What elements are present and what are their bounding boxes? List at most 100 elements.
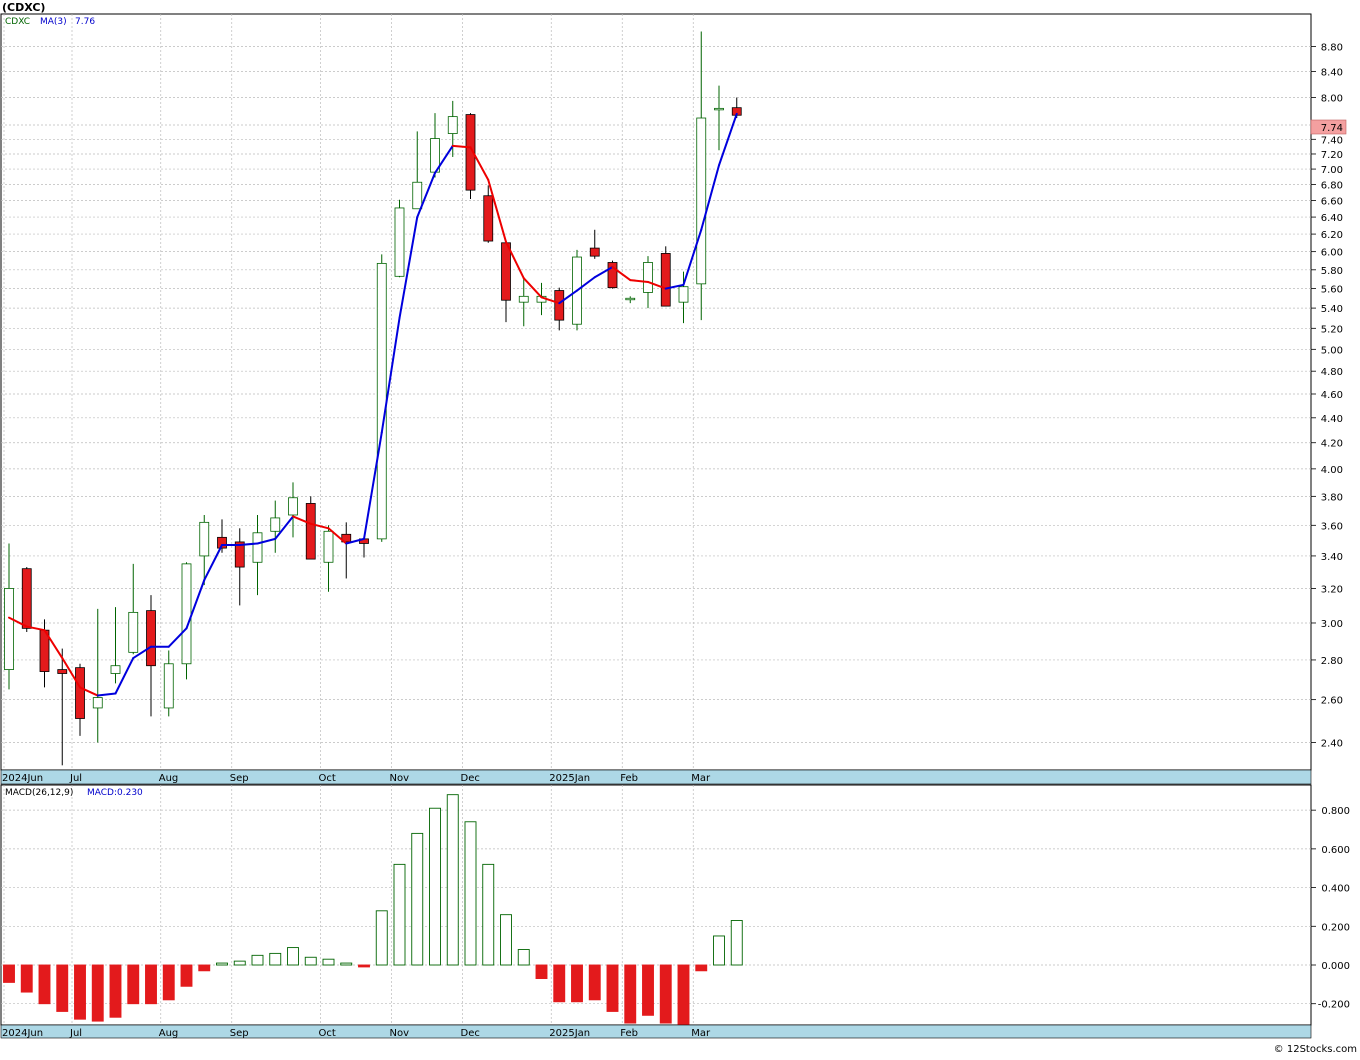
macd-bar: [287, 947, 299, 966]
macd-bar: [482, 863, 495, 966]
macd-y-tick-label: 0.400: [1321, 884, 1350, 895]
candle: [660, 246, 671, 307]
candle: [607, 260, 618, 289]
candle-body: [128, 611, 139, 653]
macd-bar: [677, 964, 690, 1026]
candle: [305, 496, 316, 560]
candle-body: [714, 107, 724, 111]
macd-bar: [517, 949, 530, 966]
candle-body: [110, 665, 121, 674]
macd-bar: [606, 964, 619, 1012]
candle-body: [483, 195, 494, 242]
macd-x-tick-label: Feb: [620, 1028, 638, 1039]
legend-ticker: CDXC: [5, 17, 30, 27]
macd-bar: [624, 964, 637, 1024]
price-y-tick-label: 7.00: [1321, 165, 1343, 176]
candle-body: [181, 563, 192, 665]
candle-body: [678, 286, 689, 303]
macd-x-tick-label: Oct: [319, 1028, 336, 1039]
price-x-tick-label: 2024Jun: [2, 773, 43, 784]
price-y-tick-label: 4.00: [1321, 465, 1343, 476]
legend-ma-value: 7.76: [75, 17, 95, 27]
macd-bar: [695, 964, 708, 972]
macd-bar: [3, 964, 15, 983]
price-x-tick-label: Sep: [230, 773, 249, 784]
price-y-tick-label: 4.80: [1321, 367, 1343, 378]
macd-bar: [500, 914, 512, 966]
last-price-tag: 7.74: [1310, 119, 1347, 135]
macd-bar: [233, 960, 246, 966]
candle-body: [57, 669, 68, 674]
candle-body: [199, 521, 210, 557]
macd-bar: [216, 962, 228, 966]
macd-bar: [127, 964, 140, 1005]
price-y-tick-label: 3.80: [1321, 492, 1343, 503]
candle-body: [323, 530, 334, 563]
macd-y-tick-label: -0.200: [1318, 1000, 1350, 1011]
price-y-tick-label: 5.00: [1321, 345, 1343, 356]
macd-bar: [659, 964, 672, 1024]
candle-body: [146, 610, 156, 667]
macd-bar: [358, 964, 370, 968]
macd-x-tick-label: 2024Jun: [2, 1028, 43, 1039]
price-y-tick-label: 4.40: [1321, 414, 1343, 425]
macd-panel: [0, 784, 1312, 1026]
last-price-label: 7.74: [1321, 123, 1343, 134]
macd-value-label: MACD:0.230: [87, 788, 143, 798]
price-x-axis-strip: [0, 769, 1312, 785]
price-y-tick-label: 7.40: [1321, 135, 1343, 146]
macd-bar: [269, 952, 282, 966]
macd-x-tick-label: Mar: [691, 1028, 711, 1039]
price-y-tick-label: 6.40: [1321, 213, 1343, 224]
candle-body: [376, 262, 387, 540]
price-x-tick-label: 2025Jan: [549, 773, 590, 784]
macd-bar: [393, 863, 406, 966]
price-panel: [0, 13, 1312, 771]
candle-body: [660, 253, 671, 307]
macd-bar: [713, 935, 725, 966]
price-y-tick-label: 2.80: [1321, 656, 1343, 667]
chart-title: (CDXC): [2, 1, 45, 14]
macd-bar: [109, 964, 122, 1018]
candle-body: [554, 290, 565, 321]
macd-x-tick-label: Jul: [69, 1028, 82, 1039]
macd-bar: [553, 964, 566, 1003]
candle-body: [518, 295, 529, 303]
macd-bar: [535, 964, 548, 979]
macd-bar: [304, 956, 317, 966]
macd-x-tick-label: Aug: [159, 1028, 179, 1039]
candle-body: [447, 116, 458, 134]
price-y-tick-label: 2.60: [1321, 696, 1343, 707]
price-y-tick-label: 3.60: [1321, 521, 1343, 532]
price-x-tick-label: Aug: [159, 773, 179, 784]
macd-bar: [162, 964, 175, 1001]
candle-body: [412, 181, 423, 210]
price-y-tick-label: 6.80: [1321, 181, 1343, 192]
price-y-tick-label: 4.20: [1321, 439, 1343, 450]
footer-credit: © 12Stocks.com: [1274, 1044, 1357, 1055]
candle: [394, 199, 405, 278]
macd-bar: [145, 964, 157, 1005]
price-x-tick-label: Mar: [691, 773, 711, 784]
macd-bar: [56, 964, 69, 1012]
macd-x-tick-label: Nov: [390, 1028, 410, 1039]
macd-bar: [588, 964, 601, 1001]
candle-body: [305, 503, 316, 560]
price-y-tick-label: 4.60: [1321, 390, 1343, 401]
price-y-tick-label: 8.40: [1321, 67, 1343, 78]
macd-bar: [91, 964, 104, 1022]
price-y-tick-label: 6.60: [1321, 197, 1343, 208]
candle-body: [252, 532, 263, 563]
price-y-tick-label: 2.40: [1321, 739, 1343, 750]
candle-body: [270, 517, 281, 532]
price-y-tick-label: 5.40: [1321, 304, 1343, 315]
macd-x-axis-strip: [0, 1024, 1312, 1039]
candle-body: [643, 262, 653, 293]
candle-body: [625, 297, 636, 301]
candle-body: [4, 588, 14, 670]
candle-body: [92, 697, 103, 709]
legend-ma-label: MA(3): [40, 17, 67, 27]
macd-bar: [464, 821, 477, 966]
macd-y-tick-label: 0.200: [1321, 922, 1350, 933]
macd-bar: [20, 964, 33, 993]
